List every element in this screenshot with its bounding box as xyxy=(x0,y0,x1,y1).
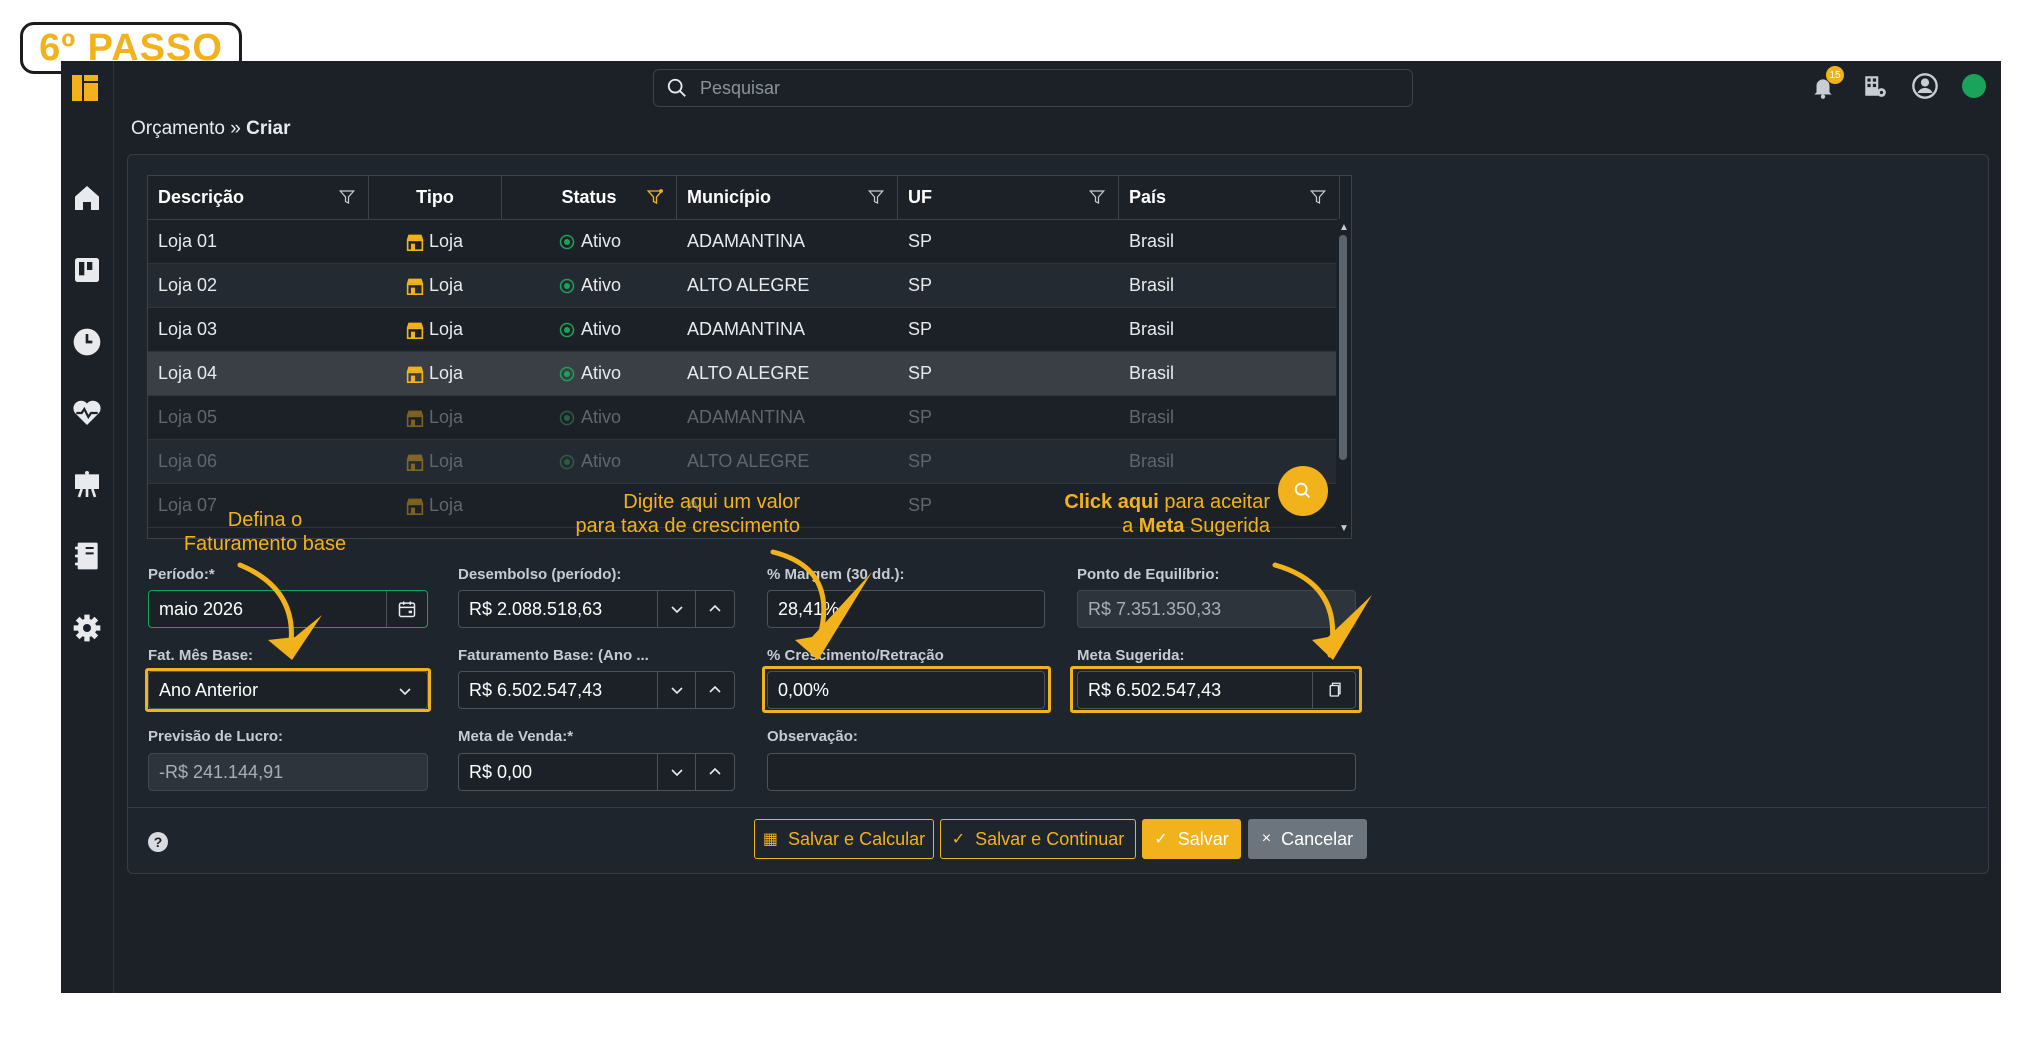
arrow-head-icon xyxy=(1312,595,1372,660)
arrow-head-icon xyxy=(268,615,322,660)
annotation-arrows xyxy=(237,549,1372,660)
arrow-head-icon xyxy=(795,572,872,660)
arrow-icon xyxy=(237,562,294,653)
